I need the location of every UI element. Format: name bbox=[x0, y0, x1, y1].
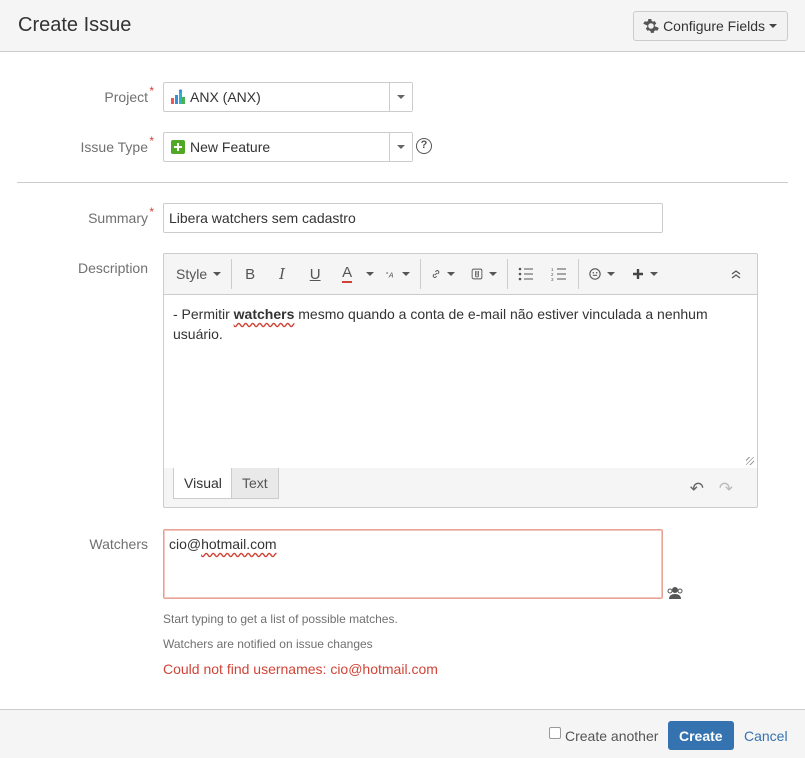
toolbar-separator bbox=[507, 259, 509, 289]
help-icon[interactable]: ? bbox=[416, 138, 432, 154]
attachment-icon bbox=[471, 268, 483, 280]
toolbar-separator bbox=[231, 259, 233, 289]
spellcheck-word: hotmail.com bbox=[201, 536, 277, 552]
italic-button[interactable]: I bbox=[266, 259, 298, 289]
bullet-list-button[interactable] bbox=[510, 259, 542, 289]
collapse-icon bbox=[731, 270, 741, 279]
gear-icon bbox=[643, 19, 659, 33]
underline-button[interactable]: U bbox=[298, 259, 332, 289]
bullet-list-icon bbox=[518, 267, 534, 281]
watchers-input[interactable]: cio@hotmail.com bbox=[163, 529, 663, 599]
create-another-option[interactable]: Create another bbox=[549, 727, 659, 744]
issue-type-select[interactable]: New Feature bbox=[163, 132, 413, 162]
link-button[interactable] bbox=[423, 259, 463, 289]
collapse-toolbar-button[interactable] bbox=[715, 259, 757, 289]
text-color-dropdown[interactable] bbox=[362, 259, 378, 289]
issue-type-value: New Feature bbox=[190, 139, 271, 155]
dialog-header: Create Issue Configure Fields bbox=[0, 0, 805, 52]
description-label: Description bbox=[77, 260, 148, 276]
project-avatar-icon bbox=[171, 89, 185, 104]
watchers-description: Watchers are notified on issue changes bbox=[163, 637, 373, 651]
summary-label: Summary * bbox=[88, 205, 154, 226]
numbered-list-icon: 123 bbox=[551, 267, 567, 281]
attachment-button[interactable] bbox=[463, 259, 505, 289]
style-dropdown[interactable]: Style bbox=[168, 259, 229, 289]
summary-input[interactable]: Libera watchers sem cadastro bbox=[163, 203, 663, 233]
project-value: ANX (ANX) bbox=[190, 89, 261, 105]
insert-more-button[interactable] bbox=[623, 259, 667, 289]
project-dropdown-toggle[interactable] bbox=[389, 83, 412, 111]
bold-button[interactable]: B bbox=[234, 259, 266, 289]
watchers-error: Could not find usernames: cio@hotmail.co… bbox=[163, 661, 438, 677]
dialog-footer: Create another Create Cancel bbox=[0, 709, 805, 758]
redo-icon[interactable]: ↷ bbox=[719, 479, 733, 499]
create-another-label: Create another bbox=[565, 728, 659, 744]
resize-handle[interactable] bbox=[746, 457, 754, 465]
new-feature-icon bbox=[171, 140, 185, 154]
text-size-icon: aA bbox=[386, 270, 394, 279]
toolbar-separator bbox=[578, 259, 580, 289]
project-label: Project * bbox=[104, 84, 154, 105]
numbered-list-button[interactable]: 123 bbox=[542, 259, 576, 289]
chevron-down-icon bbox=[489, 272, 498, 276]
create-another-checkbox[interactable] bbox=[549, 727, 561, 739]
emoticon-icon bbox=[589, 268, 601, 280]
chevron-down-icon bbox=[650, 272, 659, 276]
chevron-down-icon bbox=[213, 272, 222, 276]
spellcheck-word: watchers bbox=[233, 306, 295, 322]
insert-plus-icon bbox=[633, 269, 644, 279]
required-marker: * bbox=[149, 205, 154, 219]
chevron-down-icon bbox=[769, 24, 777, 28]
description-editor: Style B I U A aA 123 - Permitir watchers… bbox=[163, 253, 758, 508]
chevron-down-icon bbox=[402, 272, 411, 276]
chevron-down-icon bbox=[447, 272, 456, 276]
tab-visual[interactable]: Visual bbox=[173, 468, 233, 499]
project-select[interactable]: ANX (ANX) bbox=[163, 82, 413, 112]
configure-fields-label: Configure Fields bbox=[663, 18, 765, 34]
chevron-down-icon bbox=[607, 272, 616, 276]
watchers-hint: Start typing to get a list of possible m… bbox=[163, 612, 398, 626]
description-textarea[interactable]: - Permitir watchers mesmo quando a conta… bbox=[164, 295, 757, 468]
chevron-down-icon bbox=[397, 145, 405, 149]
editor-toolbar: Style B I U A aA 123 bbox=[164, 254, 757, 295]
required-marker: * bbox=[149, 84, 154, 98]
issue-type-dropdown-toggle[interactable] bbox=[389, 133, 412, 161]
toolbar-separator bbox=[420, 259, 422, 289]
required-marker: * bbox=[149, 134, 154, 148]
svg-text:3: 3 bbox=[551, 277, 554, 281]
issue-type-label: Issue Type * bbox=[80, 134, 154, 155]
text-color-button[interactable]: A bbox=[332, 259, 362, 289]
user-picker-icon[interactable] bbox=[667, 586, 683, 600]
undo-icon[interactable]: ↶ bbox=[690, 479, 704, 499]
link-icon bbox=[432, 270, 440, 278]
cancel-link[interactable]: Cancel bbox=[744, 728, 788, 744]
watchers-label: Watchers bbox=[89, 536, 148, 552]
section-divider bbox=[17, 182, 788, 183]
chevron-down-icon bbox=[397, 95, 405, 99]
dialog-title: Create Issue bbox=[18, 14, 132, 36]
tab-text[interactable]: Text bbox=[231, 468, 279, 499]
text-size-button[interactable]: aA bbox=[378, 259, 418, 289]
text-color-icon: A bbox=[342, 264, 353, 283]
editor-mode-bar: Visual Text ↶ ↷ bbox=[164, 468, 757, 508]
create-button[interactable]: Create bbox=[668, 721, 734, 750]
chevron-down-icon bbox=[366, 272, 375, 276]
configure-fields-button[interactable]: Configure Fields bbox=[633, 11, 788, 41]
emoticon-button[interactable] bbox=[581, 259, 623, 289]
svg-text:A: A bbox=[388, 270, 394, 279]
